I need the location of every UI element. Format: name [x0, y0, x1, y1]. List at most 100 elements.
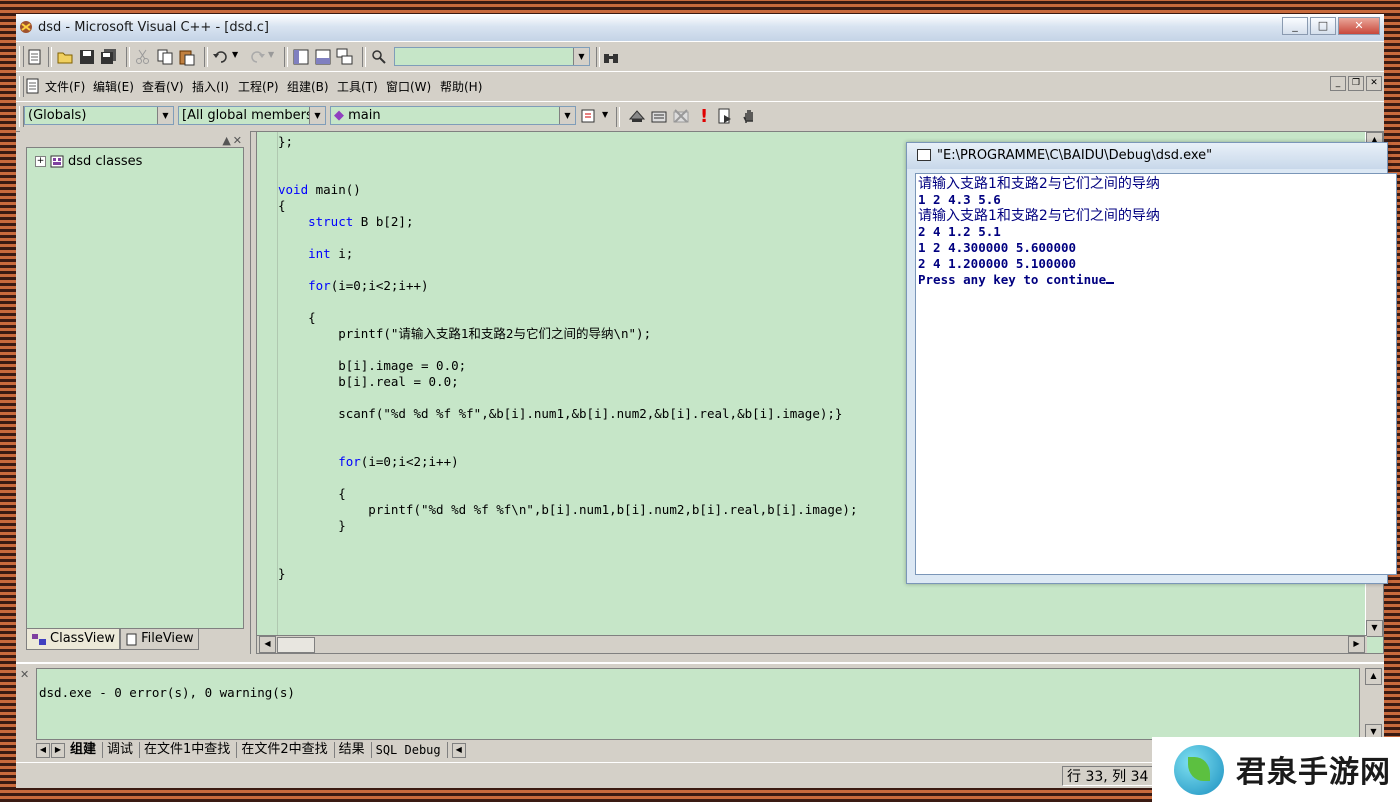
go-icon[interactable] — [716, 107, 734, 125]
redo-dropdown-icon[interactable]: ▼ — [268, 50, 274, 59]
close-button[interactable]: ✕ — [1338, 17, 1380, 35]
workspace-window-icon[interactable] — [292, 48, 310, 66]
code-line[interactable]: }; — [278, 134, 857, 150]
child-minimize-button[interactable]: _ — [1330, 76, 1346, 91]
code-line[interactable]: void main() — [278, 182, 857, 198]
chevron-down-icon[interactable]: ▼ — [573, 48, 589, 65]
child-close-button[interactable]: ✕ — [1366, 76, 1382, 91]
minimize-button[interactable]: _ — [1282, 17, 1308, 35]
tab-scroll-left-icon[interactable]: ◀ — [36, 742, 50, 758]
scope-combo[interactable]: (Globals) ▼ — [24, 106, 174, 125]
tab-fileview[interactable]: FileView — [120, 629, 199, 650]
paste-icon[interactable] — [178, 48, 196, 66]
code-line[interactable] — [278, 438, 857, 454]
code-line[interactable]: for(i=0;i<2;i++) — [278, 454, 857, 470]
output-close-icon[interactable]: ✕ — [20, 668, 29, 681]
menu-file[interactable]: 文件(F) — [45, 78, 85, 95]
menu-insert[interactable]: 插入(I) — [192, 78, 229, 95]
cut-icon[interactable] — [134, 48, 152, 66]
window-list-icon[interactable] — [336, 48, 354, 66]
code-line[interactable]: int i; — [278, 246, 857, 262]
menu-build[interactable]: 组建(B) — [287, 78, 329, 95]
code-line[interactable]: { — [278, 486, 857, 502]
code-line[interactable] — [278, 342, 857, 358]
wizard-action-icon[interactable] — [580, 107, 598, 125]
document-icon[interactable] — [26, 78, 40, 94]
code-line[interactable]: { — [278, 198, 857, 214]
tab-debug[interactable]: 调试 — [103, 742, 141, 758]
code-line[interactable] — [278, 550, 857, 566]
build-icon[interactable] — [650, 107, 668, 125]
tab-classview[interactable]: ClassView — [26, 629, 121, 650]
menu-edit[interactable]: 编辑(E) — [93, 78, 134, 95]
scroll-down-icon[interactable]: ▼ — [1366, 620, 1383, 637]
code-line[interactable]: { — [278, 310, 857, 326]
code-line[interactable]: scanf("%d %d %f %f",&b[i].num1,&b[i].num… — [278, 406, 857, 422]
code-line[interactable] — [278, 534, 857, 550]
code-line[interactable]: b[i].real = 0.0; — [278, 374, 857, 390]
new-text-file-icon[interactable] — [26, 48, 44, 66]
save-all-icon[interactable] — [100, 48, 118, 66]
tab-hscroll-left-icon[interactable]: ◀ — [451, 742, 466, 758]
menu-window[interactable]: 窗口(W) — [386, 78, 431, 95]
editor-gutter[interactable] — [257, 132, 278, 637]
expand-icon[interactable]: + — [35, 156, 46, 167]
child-restore-button[interactable]: ❐ — [1348, 76, 1364, 91]
output-window-icon[interactable] — [314, 48, 332, 66]
tab-results[interactable]: 结果 — [335, 742, 372, 758]
code-line[interactable]: printf("%d %d %f %f\n",b[i].num1,b[i].nu… — [278, 502, 857, 518]
code-line[interactable]: b[i].image = 0.0; — [278, 358, 857, 374]
maximize-button[interactable]: □ — [1310, 17, 1336, 35]
members-combo[interactable]: [All global members ▼ — [178, 106, 326, 125]
find-in-files-icon[interactable] — [370, 48, 388, 66]
tab-sql-debug[interactable]: SQL Debug — [372, 742, 448, 758]
code-line[interactable]: printf("请输入支路1和支路2与它们之间的导纳\n"); — [278, 326, 857, 342]
redo-icon[interactable] — [248, 48, 266, 66]
horizontal-scroll-thumb[interactable] — [277, 637, 315, 653]
tab-find-in-files-2[interactable]: 在文件2中查找 — [237, 742, 335, 758]
code-line[interactable] — [278, 470, 857, 486]
tree-root[interactable]: + dsd classes — [35, 154, 142, 169]
console-window[interactable]: "E:\PROGRAMME\C\BAIDU\Debug\dsd.exe" 请输入… — [906, 142, 1397, 584]
editor-horizontal-scrollbar[interactable]: ◀ ▶ — [257, 635, 1367, 653]
toolbar-grip[interactable] — [19, 46, 24, 67]
code-line[interactable] — [278, 294, 857, 310]
code-line[interactable]: for(i=0;i<2;i++) — [278, 278, 857, 294]
breakpoint-hand-icon[interactable] — [740, 107, 758, 125]
class-tree[interactable]: + dsd classes — [26, 147, 244, 629]
code-line[interactable]: struct B b[2]; — [278, 214, 857, 230]
code-line[interactable] — [278, 422, 857, 438]
find-binoculars-icon[interactable] — [602, 48, 620, 66]
console-title-bar[interactable]: "E:\PROGRAMME\C\BAIDU\Debug\dsd.exe" — [907, 143, 1387, 169]
undo-icon[interactable] — [212, 48, 230, 66]
output-vertical-scrollbar[interactable]: ▲ ▼ — [1365, 668, 1382, 741]
code-line[interactable]: } — [278, 566, 857, 582]
chevron-down-icon[interactable]: ▼ — [309, 107, 325, 124]
menu-tools[interactable]: 工具(T) — [337, 78, 378, 95]
console-output[interactable]: 请输入支路1和支路2与它们之间的导纳 1 2 4.3 5.6 请输入支路1和支路2与… — [915, 173, 1397, 575]
function-combo[interactable]: ◆ main ▼ — [330, 106, 576, 125]
menu-grip[interactable] — [19, 76, 24, 97]
copy-icon[interactable] — [156, 48, 174, 66]
code-line[interactable] — [278, 166, 857, 182]
workspace-close-icon[interactable]: ▲✕ — [222, 134, 244, 147]
execute-icon[interactable]: ! — [700, 106, 708, 127]
chevron-down-icon[interactable]: ▼ — [157, 107, 173, 124]
code-line[interactable]: } — [278, 518, 857, 534]
stop-build-icon[interactable] — [672, 107, 690, 125]
output-text-area[interactable]: dsd.exe - 0 error(s), 0 warning(s) — [36, 668, 1360, 740]
find-combo[interactable]: ▼ — [394, 47, 590, 66]
tab-find-in-files-1[interactable]: 在文件1中查找 — [140, 742, 238, 758]
open-folder-icon[interactable] — [56, 48, 74, 66]
wizard-action-dropdown-icon[interactable]: ▼ — [602, 110, 608, 119]
code-line[interactable] — [278, 230, 857, 246]
tab-build[interactable]: 组建 — [66, 742, 104, 758]
undo-dropdown-icon[interactable]: ▼ — [232, 50, 238, 59]
code-line[interactable] — [278, 262, 857, 278]
code-line[interactable] — [278, 390, 857, 406]
chevron-down-icon[interactable]: ▼ — [559, 107, 575, 124]
menu-project[interactable]: 工程(P) — [238, 78, 279, 95]
code-line[interactable] — [278, 150, 857, 166]
tab-scroll-right-icon[interactable]: ▶ — [51, 742, 65, 758]
menu-help[interactable]: 帮助(H) — [440, 78, 482, 95]
